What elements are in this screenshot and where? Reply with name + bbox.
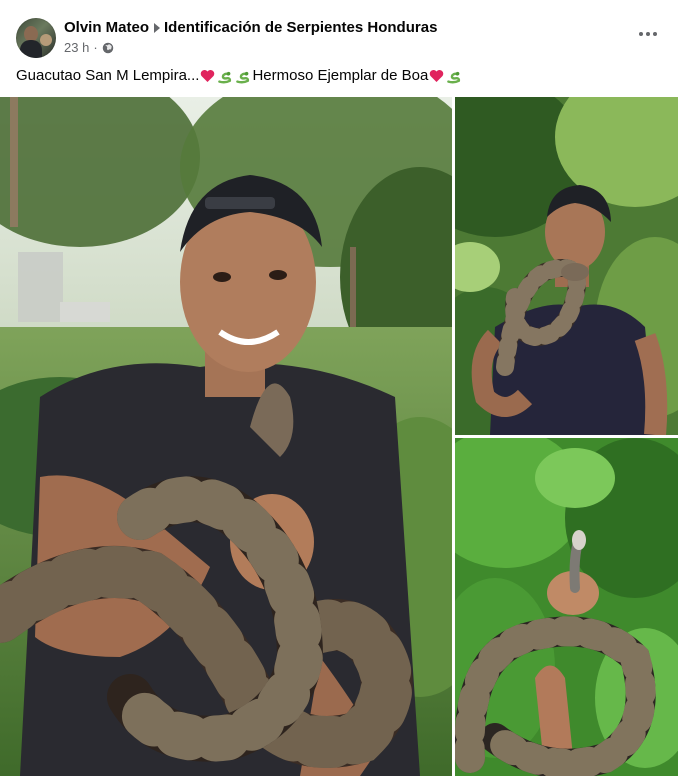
more-options-button[interactable] bbox=[634, 20, 662, 48]
heart-emoji-icon bbox=[201, 70, 215, 82]
caption-text-2: Hermoso Ejemplar de Boa bbox=[252, 67, 429, 84]
post-meta: 23 h · bbox=[64, 40, 114, 56]
heart-emoji-icon bbox=[430, 70, 444, 82]
caption-text-1: Guacutao San M Lempira... bbox=[16, 67, 200, 84]
post-photo-main[interactable] bbox=[0, 97, 452, 776]
caret-right-icon bbox=[154, 23, 161, 33]
post-photo-top-right[interactable] bbox=[455, 97, 678, 435]
snake-emoji-icon bbox=[218, 71, 232, 84]
post-title-line: Olvin Mateo Identificación de Serpientes… bbox=[64, 19, 437, 37]
post-header: Olvin Mateo Identificación de Serpientes… bbox=[0, 0, 678, 62]
post-time[interactable]: 23 h bbox=[64, 40, 89, 56]
globe-icon[interactable] bbox=[102, 42, 114, 54]
post-caption: Guacutao San M Lempira... Hermoso Ejempl… bbox=[16, 66, 463, 86]
post-photo-bottom-right[interactable] bbox=[455, 438, 678, 776]
author-name[interactable]: Olvin Mateo bbox=[64, 19, 149, 37]
snake-emoji-icon bbox=[447, 71, 461, 84]
author-avatar[interactable] bbox=[16, 18, 56, 58]
more-options-icon bbox=[639, 32, 643, 36]
snake-emoji-icon bbox=[236, 71, 250, 84]
meta-separator: · bbox=[93, 40, 98, 55]
group-name[interactable]: Identificación de Serpientes Honduras bbox=[164, 19, 437, 37]
